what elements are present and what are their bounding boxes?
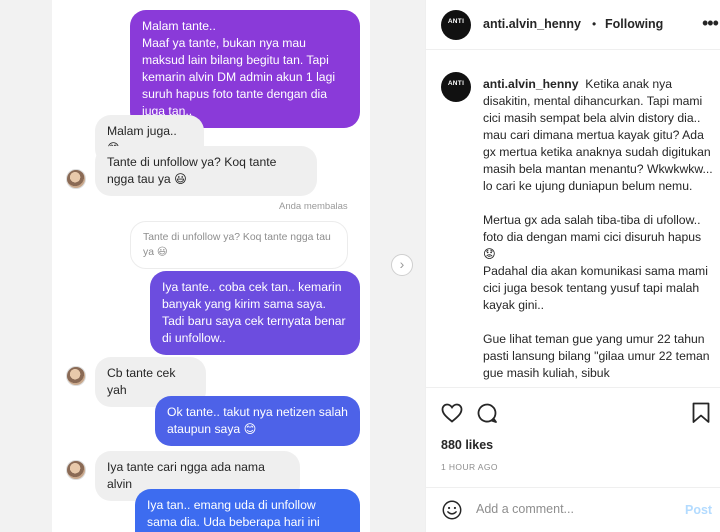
logo-text: ANTI xyxy=(447,18,465,25)
chevron-right-icon[interactable]: › xyxy=(391,254,413,276)
username-link[interactable]: anti.alvin_henny xyxy=(483,17,581,31)
reply-label: Anda membalas xyxy=(279,201,348,212)
profile-avatar[interactable]: ANTI xyxy=(441,10,471,40)
chat-screenshot: Malam tante.. Maaf ya tante, bukan nya m… xyxy=(52,0,370,532)
chat-message-out: Ok tante.. takut nya netizen salah ataup… xyxy=(155,396,360,446)
bookmark-icon[interactable] xyxy=(689,401,713,425)
heart-icon[interactable] xyxy=(440,401,464,425)
sender-avatar xyxy=(66,366,86,386)
separator-dot: • xyxy=(592,17,597,31)
comment-icon[interactable] xyxy=(475,401,499,425)
logo-text: ANTI xyxy=(447,80,465,87)
post-time[interactable]: 1 HOUR AGO xyxy=(441,462,498,472)
post-caption: anti.alvin_henny Ketika anak nya disakit… xyxy=(483,76,715,382)
post-comment-button[interactable]: Post xyxy=(685,503,712,517)
chat-message-out: Iya tan.. emang uda di unfollow sama dia… xyxy=(135,489,360,532)
post-actions: 880 likes 1 HOUR AGO xyxy=(426,387,720,487)
caption-scroll-area[interactable]: ANTI anti.alvin_henny Ketika anak nya di… xyxy=(426,60,720,385)
quoted-message: Tante di unfollow ya? Koq tante ngga tau… xyxy=(130,221,348,269)
caption-avatar[interactable]: ANTI xyxy=(441,72,471,102)
chat-message-out: Iya tante.. coba cek tan.. kemarin banya… xyxy=(150,271,360,355)
sender-avatar xyxy=(66,460,86,480)
emoji-icon[interactable] xyxy=(441,499,463,521)
following-button[interactable]: Following xyxy=(605,17,663,31)
likes-count[interactable]: 880 likes xyxy=(441,438,493,452)
sender-avatar xyxy=(66,169,86,189)
comment-input[interactable] xyxy=(476,502,676,516)
post-panel: ANTI anti.alvin_henny • Following ••• AN… xyxy=(425,0,720,532)
more-options-icon[interactable]: ••• xyxy=(702,13,719,34)
caption-username[interactable]: anti.alvin_henny xyxy=(483,77,579,91)
screenshot-frame: Malam tante.. Maaf ya tante, bukan nya m… xyxy=(0,0,720,532)
caption-text: Ketika anak nya disakitin, mental dihanc… xyxy=(483,77,713,380)
post-header: ANTI anti.alvin_henny • Following ••• xyxy=(426,0,720,50)
chat-message-out: Malam tante.. Maaf ya tante, bukan nya m… xyxy=(130,10,360,128)
chat-message-in: Tante di unfollow ya? Koq tante ngga tau… xyxy=(95,146,317,196)
comment-bar: Post xyxy=(426,487,720,532)
